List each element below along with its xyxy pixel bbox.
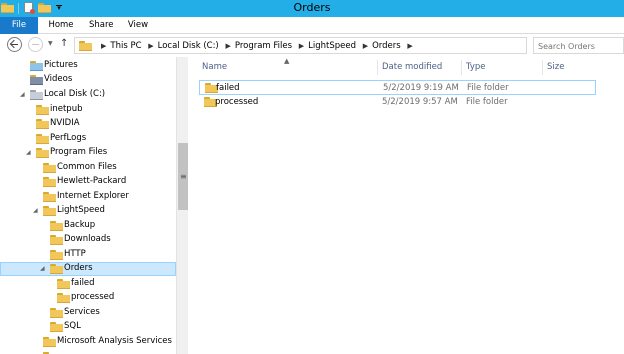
breadcrumb: ▶ This PC ▶ Local Disk (C:) ▶ Program Files… <box>97 40 417 52</box>
breadcrumb-separator-icon[interactable]: ▶ <box>299 40 304 52</box>
expand-arrow-icon[interactable]: ◢ <box>20 91 25 98</box>
expand-arrow-icon[interactable]: ◢ <box>40 265 45 272</box>
breadcrumb-separator-icon[interactable]: ▶ <box>225 40 230 52</box>
videos-icon <box>30 75 43 85</box>
nav-item-pictures[interactable]: Pictures <box>0 59 176 73</box>
breadcrumb-local-disk[interactable]: Local Disk (C:) <box>158 40 219 52</box>
folder-icon <box>50 235 63 245</box>
recent-locations-icon[interactable]: ▼ <box>48 40 53 47</box>
navigation-scrollbar[interactable]: ≡ <box>176 57 188 354</box>
nav-item-downloads[interactable]: Downloads <box>0 233 176 247</box>
column-divider[interactable] <box>542 60 543 75</box>
folder-icon <box>50 250 63 260</box>
scrollbar-grip-icon: ≡ <box>180 172 187 181</box>
expand-arrow-icon[interactable]: ◢ <box>26 149 31 156</box>
nav-item-failed[interactable]: failed <box>0 277 176 291</box>
file-date: 5/2/2019 9:19 AM <box>383 83 459 93</box>
tab-share[interactable]: Share <box>89 17 114 34</box>
breadcrumb-separator-icon[interactable]: ▶ <box>407 40 412 52</box>
column-divider[interactable] <box>461 60 462 75</box>
file-type: File folder <box>467 83 509 93</box>
column-name[interactable]: Name <box>202 62 227 72</box>
folder-icon <box>43 177 56 187</box>
nav-item-common-files[interactable]: Common Files <box>0 161 176 175</box>
folder-icon <box>43 192 56 202</box>
nav-item-partial <box>0 350 176 354</box>
file-name: processed <box>215 97 259 107</box>
folder-icon <box>50 264 63 274</box>
search-box[interactable] <box>533 37 624 54</box>
nav-item-videos[interactable]: Videos <box>0 73 176 87</box>
breadcrumb-separator-icon[interactable]: ▶ <box>101 40 106 52</box>
nav-item-nvidia[interactable]: NVIDIA <box>0 117 176 131</box>
folder-icon <box>36 134 49 144</box>
folder-icon <box>43 337 56 347</box>
nav-item-sql[interactable]: SQL <box>0 320 176 334</box>
address-folder-icon <box>79 41 92 54</box>
address-bar[interactable]: ▶ This PC ▶ Local Disk (C:) ▶ Program Files… <box>74 37 592 54</box>
nav-item-http[interactable]: HTTP <box>0 248 176 262</box>
folder-icon <box>36 148 49 158</box>
nav-item-perflogs[interactable]: PerfLogs <box>0 132 176 146</box>
back-button[interactable] <box>7 37 22 52</box>
nav-item-lightspeed[interactable]: ◢ LightSpeed <box>0 204 176 218</box>
nav-item-microsoft-analysis-services[interactable]: Microsoft Analysis Services <box>0 335 176 349</box>
drive-icon <box>30 90 43 100</box>
title-bar: ▾ Orders <box>0 0 624 17</box>
folder-icon <box>50 322 63 332</box>
file-type: File folder <box>466 97 508 107</box>
folder-icon <box>50 221 63 231</box>
folder-icon <box>57 279 70 289</box>
breadcrumb-separator-icon[interactable]: ▶ <box>363 40 368 52</box>
breadcrumb-this-pc[interactable]: This PC <box>110 40 141 52</box>
file-row[interactable]: processed 5/2/2019 9:57 AM File folder <box>199 95 596 110</box>
column-date-modified[interactable]: Date modified <box>382 62 442 72</box>
tab-file[interactable]: File <box>0 17 38 34</box>
folder-icon <box>36 119 49 129</box>
column-divider[interactable] <box>377 60 378 75</box>
breadcrumb-lightspeed[interactable]: LightSpeed <box>308 40 356 52</box>
file-name: failed <box>216 83 240 93</box>
nav-item-processed[interactable]: processed <box>0 291 176 305</box>
tab-home[interactable]: Home <box>48 17 74 34</box>
window-title: Orders <box>293 1 331 14</box>
file-date: 5/2/2019 9:57 AM <box>382 97 458 107</box>
file-row[interactable]: failed 5/2/2019 9:19 AM File folder <box>199 80 596 95</box>
address-row: ▼ ↑ ▶ This PC ▶ Local Disk (C:) ▶ Program F… <box>0 34 624 57</box>
file-list: ▲ Name Date modified Type Size failed 5/… <box>188 57 624 354</box>
breadcrumb-orders[interactable]: Orders <box>372 40 401 52</box>
pictures-icon <box>30 61 43 71</box>
tab-view[interactable]: View <box>127 17 149 34</box>
ribbon-tabs: File Home Share View <box>0 17 624 34</box>
up-arrow-icon[interactable]: ↑ <box>60 38 68 49</box>
nav-item-internet-explorer[interactable]: Internet Explorer <box>0 190 176 204</box>
nav-item-orders[interactable]: ◢ Orders <box>0 262 176 276</box>
breadcrumb-separator-icon[interactable]: ▶ <box>148 40 153 52</box>
folder-icon <box>50 308 63 318</box>
folder-icon <box>43 206 56 216</box>
folder-icon <box>43 163 56 173</box>
nav-item-services[interactable]: Services <box>0 306 176 320</box>
column-header: Name Date modified Type Size <box>188 60 624 75</box>
column-type[interactable]: Type <box>466 62 486 72</box>
forward-button[interactable] <box>28 37 43 52</box>
breadcrumb-program-files[interactable]: Program Files <box>235 40 292 52</box>
nav-item-hewlett-packard[interactable]: Hewlett-Packard <box>0 175 176 189</box>
search-input[interactable] <box>538 40 622 52</box>
navigation-pane: Pictures Videos ◢ Local Disk (C:) inetpu… <box>0 57 176 354</box>
nav-item-backup[interactable]: Backup <box>0 219 176 233</box>
nav-item-local-disk[interactable]: ◢ Local Disk (C:) <box>0 88 176 102</box>
nav-item-inetpub[interactable]: inetpub <box>0 103 176 117</box>
nav-item-program-files[interactable]: ◢ Program Files <box>0 146 176 160</box>
column-size[interactable]: Size <box>547 62 564 72</box>
expand-arrow-icon[interactable]: ◢ <box>33 207 38 214</box>
folder-icon <box>57 293 70 303</box>
folder-icon <box>36 105 49 115</box>
